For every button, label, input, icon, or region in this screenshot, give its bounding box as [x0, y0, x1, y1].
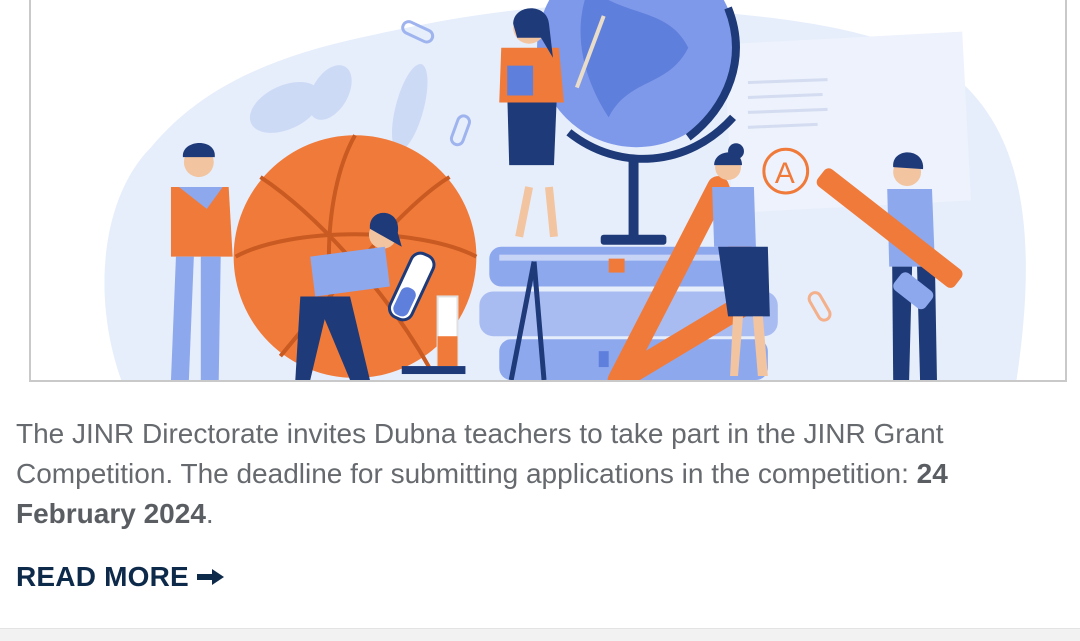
read-more-link[interactable]: READ MORE — [16, 561, 225, 593]
arrow-right-icon — [196, 569, 224, 585]
footer-divider — [0, 628, 1080, 641]
read-more-label: READ MORE — [16, 561, 189, 592]
news-article: A The JINR Directorate invites Dubna tea… — [0, 0, 1080, 641]
grade-letter: A — [775, 157, 795, 190]
excerpt-end: . — [205, 498, 214, 529]
excerpt-text: The JINR Directorate invites Dubna teach… — [16, 418, 944, 489]
article-excerpt: The JINR Directorate invites Dubna teach… — [16, 414, 1056, 534]
education-illustration: A — [104, 0, 1026, 380]
article-illustration[interactable]: A — [29, 0, 1067, 382]
